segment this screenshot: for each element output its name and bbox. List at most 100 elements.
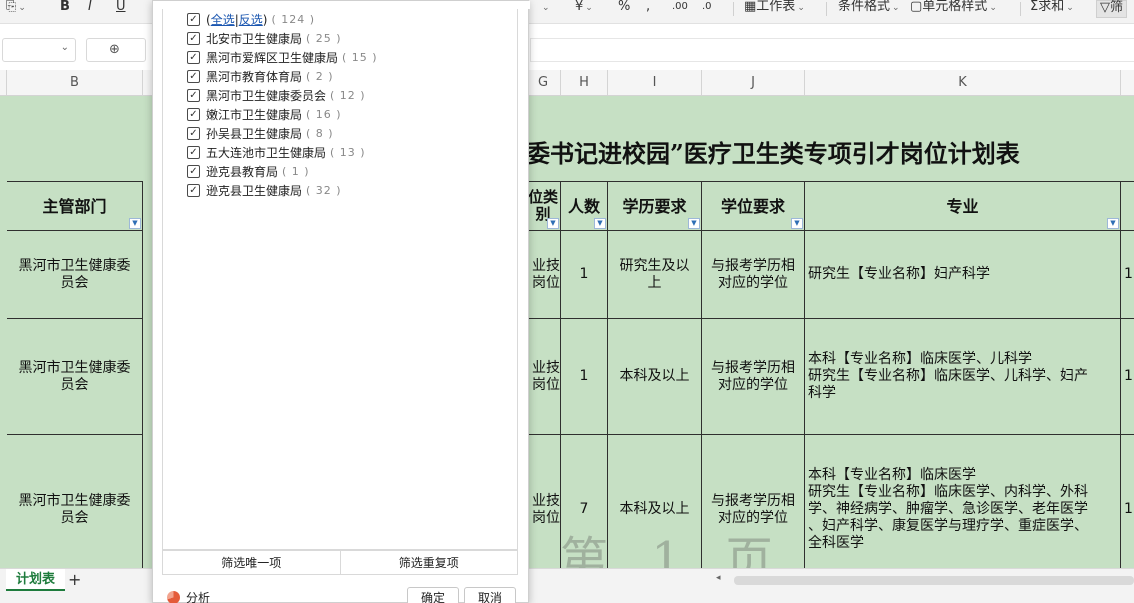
row1-edu[interactable]: 研究生及以 上	[608, 231, 702, 319]
col-header-j[interactable]: J	[702, 70, 805, 96]
invert-link[interactable]: 反选	[239, 11, 263, 28]
col-header-b[interactable]: B	[7, 70, 143, 96]
row1-degree[interactable]: 与报考学历相 对应的学位	[702, 231, 805, 319]
filter-item[interactable]: ✓ 北安市卫生健康局( 25 )	[187, 29, 342, 48]
sheet-tab-plan[interactable]: 计划表	[6, 569, 66, 591]
filter-duplicate-button[interactable]: 筛选重复项	[339, 551, 518, 574]
bold-icon[interactable]: B	[60, 0, 70, 18]
filter-button[interactable]: ▽筛	[1096, 0, 1128, 18]
row2-edu[interactable]: 本科及以上	[608, 319, 702, 435]
filter-dropdown-icon[interactable]: ▼	[791, 218, 803, 229]
filter-mode-row: 筛选唯一项 筛选重复项	[162, 550, 518, 575]
row3-tail[interactable]: 1	[1121, 435, 1134, 568]
thousands-icon[interactable]: ,	[646, 0, 650, 18]
row3-dept[interactable]: 黑河市卫生健康委 员会	[7, 435, 143, 568]
checkbox-checked-icon[interactable]: ✓	[187, 165, 200, 178]
row1-cat[interactable]: 业技 岗位	[526, 231, 561, 319]
row1-major[interactable]: 研究生【专业名称】妇产科学	[805, 231, 1121, 319]
row2-degree[interactable]: 与报考学历相 对应的学位	[702, 319, 805, 435]
cell-style-button[interactable]: ▢单元格样式 ⌄	[910, 0, 997, 18]
ribbon-caret-icon[interactable]: ⌄	[540, 0, 550, 18]
filter-dropdown-icon[interactable]: ▼	[688, 218, 700, 229]
row2-tail[interactable]: 1	[1121, 319, 1134, 435]
checkbox-checked-icon[interactable]: ✓	[187, 32, 200, 45]
checkbox-checked-icon[interactable]: ✓	[187, 89, 200, 102]
scroll-left-icon[interactable]: ◂	[716, 573, 721, 583]
filter-popup: ✓(全选 | 反选)( 124 ) ✓ 北安市卫生健康局( 25 ) ✓ 黑河市爱辉区卫…	[152, 0, 530, 603]
select-all-link[interactable]: 全选	[211, 11, 235, 28]
underline-icon[interactable]: U	[116, 0, 126, 18]
filter-item[interactable]: ✓ 嫩江市卫生健康局( 16 )	[187, 105, 342, 124]
filter-item-count: ( 1 )	[282, 165, 310, 178]
chevron-down-icon: ⌄	[60, 42, 69, 53]
formula-input[interactable]	[530, 38, 1134, 62]
row2-cat[interactable]: 业技 岗位	[526, 319, 561, 435]
select-all-item[interactable]: ✓(全选 | 反选)( 124 )	[187, 10, 315, 29]
header-major: 专业 ▼	[805, 181, 1121, 231]
checkbox-checked-icon[interactable]: ✓	[187, 51, 200, 64]
header-count-label: 人数	[567, 196, 600, 216]
filter-dropdown-icon[interactable]: ▼	[129, 218, 141, 229]
filter-item[interactable]: ✓ 五大连池市卫生健康局( 13 )	[187, 143, 366, 162]
filter-item[interactable]: ✓ 黑河市爱辉区卫生健康局( 15 )	[187, 48, 378, 67]
conditional-format-button[interactable]: 条件格式 ⌄	[838, 0, 900, 18]
row1-count[interactable]: 1	[561, 231, 608, 319]
row3-cat[interactable]: 业技 岗位	[526, 435, 561, 568]
filter-item[interactable]: ✓ 黑河市卫生健康委员会( 12 )	[187, 86, 366, 105]
header-major-label: 专业	[946, 196, 979, 216]
col-header-h[interactable]: H	[561, 70, 608, 96]
header-cat: 位类 别 ▼	[526, 181, 561, 231]
row2-count[interactable]: 1	[561, 319, 608, 435]
checkbox-checked-icon[interactable]: ✓	[187, 184, 200, 197]
conditional-format-label: 条件格式	[838, 0, 891, 14]
analyze-button[interactable]: 分析	[167, 589, 210, 603]
increase-decimal-icon[interactable]: .00	[672, 0, 688, 18]
filter-item-count: ( 8 )	[306, 127, 334, 140]
ok-button[interactable]: 确定	[407, 587, 459, 603]
checkbox-checked-icon[interactable]: ✓	[187, 13, 200, 26]
filter-unique-button[interactable]: 筛选唯一项	[163, 551, 340, 574]
pie-chart-icon	[167, 591, 180, 603]
worksheet-icon: ▦	[744, 0, 757, 14]
sum-label: 求和	[1038, 0, 1065, 14]
checkbox-checked-icon[interactable]: ✓	[187, 146, 200, 159]
currency-format-icon[interactable]: ¥ ⌄	[575, 0, 593, 18]
add-sheet-icon[interactable]: +	[68, 570, 81, 589]
filter-item[interactable]: ✓ 逊克县教育局( 1 )	[187, 162, 310, 181]
col-header-g[interactable]: G	[526, 70, 561, 96]
sigma-icon: Σ	[1030, 0, 1039, 14]
paste-icon[interactable]: ⎘ ⌄	[6, 0, 26, 18]
filter-item-label: 黑河市教育体育局	[206, 70, 303, 84]
header-edu: 学历要求 ▼	[608, 181, 702, 231]
cancel-button[interactable]: 取消	[464, 587, 516, 603]
header-dept: 主管部门 ▼	[7, 181, 143, 231]
row2-dept[interactable]: 黑河市卫生健康委 员会	[7, 319, 143, 435]
checkbox-checked-icon[interactable]: ✓	[187, 70, 200, 83]
col-header-k[interactable]: K	[805, 70, 1121, 96]
row1-dept[interactable]: 黑河市卫生健康委 员会	[7, 231, 143, 319]
filter-item[interactable]: ✓ 逊克县卫生健康局( 32 )	[187, 181, 342, 200]
row1-tail[interactable]: 1	[1121, 231, 1134, 319]
checkbox-checked-icon[interactable]: ✓	[187, 108, 200, 121]
checkbox-checked-icon[interactable]: ✓	[187, 127, 200, 140]
formula-tools[interactable]: ⊕	[86, 38, 146, 62]
horizontal-scrollbar[interactable]	[734, 576, 1134, 585]
filter-value-list[interactable]: ✓(全选 | 反选)( 124 ) ✓ 北安市卫生健康局( 25 ) ✓ 黑河市爱辉区卫…	[162, 9, 518, 550]
filter-dropdown-icon[interactable]: ▼	[547, 218, 559, 229]
filter-dropdown-icon[interactable]: ▼	[1107, 218, 1119, 229]
sum-button[interactable]: Σ求和 ⌄	[1030, 0, 1074, 18]
name-box[interactable]: ⌄	[2, 38, 76, 62]
filter-item[interactable]: ✓ 黑河市教育体育局( 2 )	[187, 67, 334, 86]
italic-icon[interactable]: I	[88, 0, 92, 18]
percent-icon[interactable]: %	[618, 0, 630, 18]
decrease-decimal-icon[interactable]: .0	[702, 0, 712, 18]
select-all-count: ( 124 )	[271, 13, 316, 26]
filter-item-label: 逊克县教育局	[206, 165, 279, 179]
row3-major[interactable]: 本科【专业名称】临床医学 研究生【专业名称】临床医学、内科学、外科 学、神经病学…	[805, 435, 1121, 568]
row2-major[interactable]: 本科【专业名称】临床医学、儿科学 研究生【专业名称】临床医学、儿科学、妇产 科学	[805, 319, 1121, 435]
col-header-i[interactable]: I	[608, 70, 702, 96]
worksheet-button[interactable]: ▦工作表 ⌄	[744, 0, 805, 18]
filter-item[interactable]: ✓ 孙吴县卫生健康局( 8 )	[187, 124, 334, 143]
filter-dropdown-icon[interactable]: ▼	[594, 218, 606, 229]
filter-item-count: ( 15 )	[342, 51, 378, 64]
